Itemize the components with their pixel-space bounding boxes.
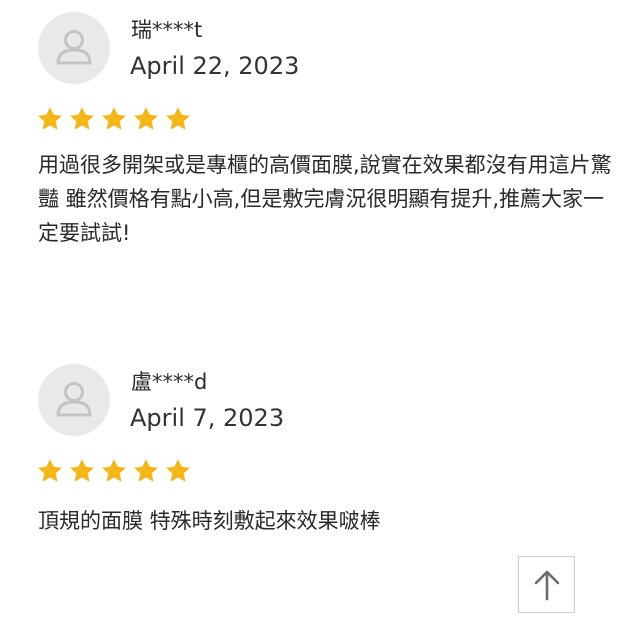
star-icon [165,107,191,130]
star-rating [36,105,192,135]
user-silhouette-icon [56,382,92,417]
star-icon [101,107,127,130]
star-icon [69,459,95,482]
review-date: April 7, 2023 [130,404,285,432]
review-date: April 22, 2023 [130,52,300,80]
back-to-top-button[interactable] [518,556,575,613]
review-text: 用過很多開架或是專櫃的高價面膜,說實在效果都沒有用這片驚豔 雖然價格有點小高,但… [38,153,612,245]
star-icon [165,459,191,482]
star-rating [36,457,192,487]
avatar [38,12,110,84]
reviewer-name: 盧****d [131,370,208,394]
reviewer-name: 瑞****t [131,18,203,42]
user-silhouette-icon [56,30,92,65]
star-icon [37,459,63,482]
arrow-up-icon [534,570,559,600]
star-icon [101,459,127,482]
star-icon [37,107,63,130]
star-icon [133,459,159,482]
avatar [38,364,110,436]
star-icon [69,107,95,130]
review-text: 頂規的面膜 特殊時刻敷起來效果啵棒 [38,509,381,533]
star-icon [133,107,159,130]
reviews-page: 瑞****t April 22, 2023 用過很多開架或是專櫃的高價面膜,說實… [0,0,640,640]
